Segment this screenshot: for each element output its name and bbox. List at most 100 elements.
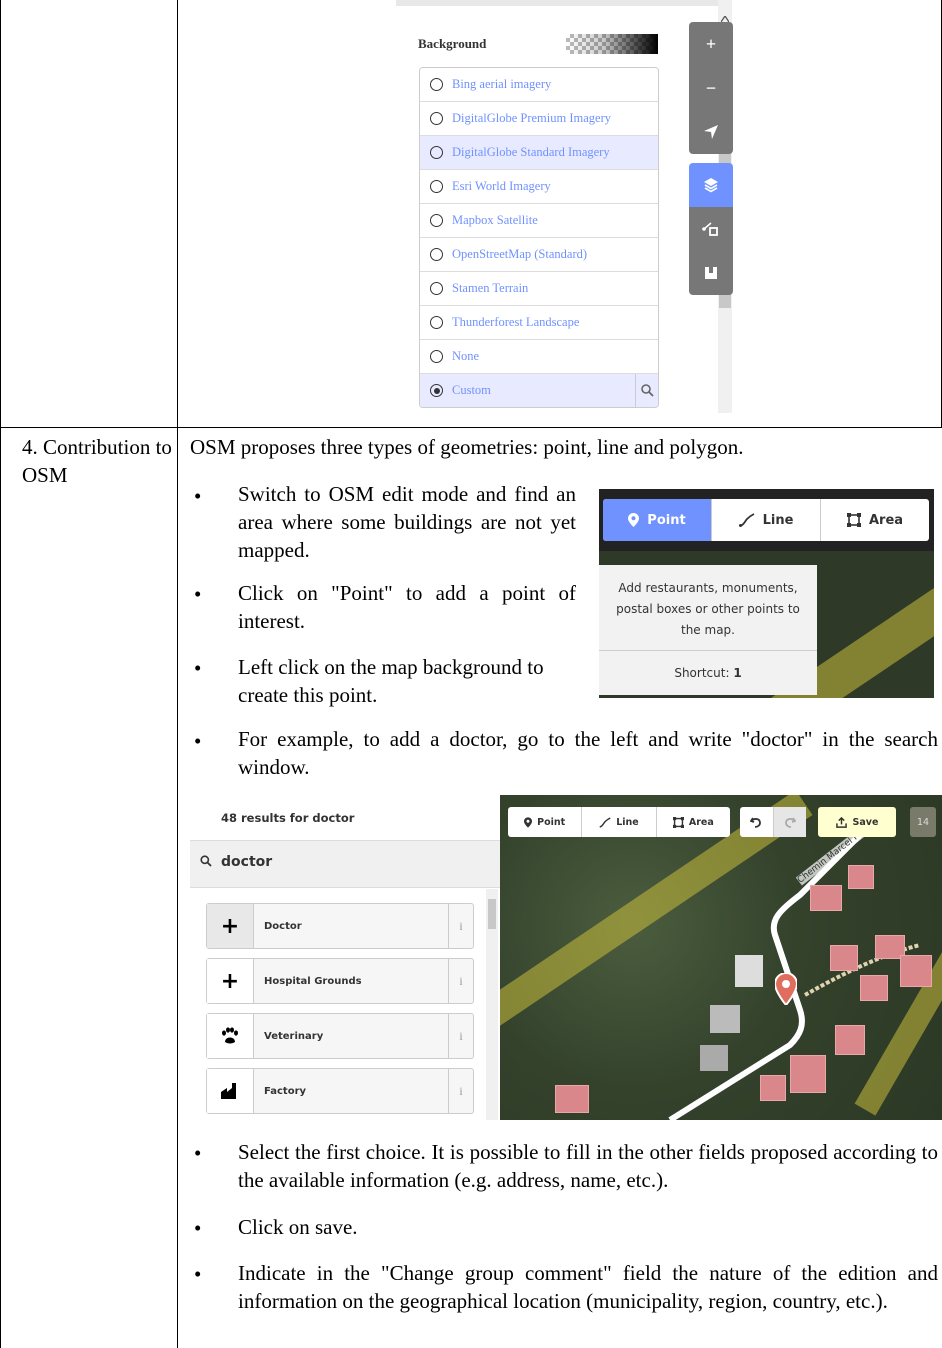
background-option-custom[interactable]: Custom (420, 374, 658, 407)
row-label: 4. Contribution to OSM (22, 435, 172, 487)
search-box[interactable]: doctor (190, 840, 500, 888)
background-option[interactable]: Bing aerial imagery (420, 68, 658, 102)
info-icon[interactable]: i (448, 1014, 473, 1058)
info-icon[interactable]: i (448, 1069, 473, 1113)
geolocate-icon[interactable] (689, 110, 733, 154)
bullet-text: Switch to OSM edit mode and find an area… (238, 482, 576, 562)
area-icon (846, 513, 861, 527)
radio-icon[interactable] (430, 112, 443, 125)
table-border-left (0, 0, 1, 1348)
background-option[interactable]: DigitalGlobe Premium Imagery (420, 102, 658, 136)
point-tooltip: Add restaurants, monuments, postal boxes… (599, 565, 817, 695)
radio-icon[interactable] (430, 180, 443, 193)
save-button[interactable]: Save (818, 807, 896, 837)
undo-icon[interactable] (740, 807, 774, 837)
preset-item[interactable]: Veterinary i (206, 1013, 474, 1059)
scrollbar-thumb[interactable] (488, 899, 496, 929)
building (848, 865, 874, 889)
help-icon[interactable] (689, 251, 733, 295)
line-mode-button[interactable]: Line (582, 807, 657, 837)
preset-item[interactable]: + Hospital Grounds i (206, 958, 474, 1004)
search-icon (200, 855, 212, 871)
radio-selected-icon[interactable] (430, 384, 443, 397)
radio-icon[interactable] (430, 214, 443, 227)
background-panel: Background Bing aerial imagery DigitalGl… (396, 0, 734, 413)
zoom-out-button[interactable]: − (689, 66, 733, 110)
search-icon[interactable] (635, 374, 658, 407)
edit-count-badge: 14 (910, 807, 936, 837)
radio-icon[interactable] (430, 350, 443, 363)
bullet-dot: • (194, 1262, 202, 1286)
area-icon (672, 816, 684, 828)
radio-icon[interactable] (430, 78, 443, 91)
upload-icon (835, 816, 847, 828)
plus-icon: + (207, 904, 254, 948)
bullet-dot: • (194, 729, 202, 753)
bullet-dot: • (194, 656, 202, 680)
background-option[interactable]: OpenStreetMap (Standard) (420, 238, 658, 272)
bullet-text: Select the first choice. It is possible … (238, 1140, 938, 1192)
background-option[interactable]: None (420, 340, 658, 374)
bullet-dot: • (194, 1216, 202, 1240)
bullet-dot: • (194, 1141, 202, 1165)
opacity-slider[interactable] (566, 34, 658, 54)
building (810, 885, 842, 911)
background-option[interactable]: DigitalGlobe Standard Imagery (420, 136, 658, 170)
search-input[interactable]: doctor (221, 854, 272, 870)
building (860, 975, 888, 1001)
area-mode-button[interactable]: Area (657, 807, 730, 837)
map-controls: + − (689, 22, 733, 295)
background-option[interactable]: Esri World Imagery (420, 170, 658, 204)
building (830, 945, 858, 971)
preset-item[interactable]: Factory i (206, 1068, 474, 1114)
modes-figure: Point Line Area Add restaurants, monumen… (599, 489, 934, 698)
bullet-text: For example, to add a doctor, go to the … (238, 727, 938, 779)
background-list: Bing aerial imagery DigitalGlobe Premium… (419, 67, 659, 408)
bullet-text: Click on save. (238, 1215, 358, 1239)
map-view[interactable]: Chemin Marcel Hoarau Point Line Area Sav… (500, 795, 942, 1120)
background-option[interactable]: Mapbox Satellite (420, 204, 658, 238)
results-title: 48 results for doctor (221, 811, 355, 825)
factory-icon (207, 1069, 254, 1113)
line-icon (599, 816, 611, 828)
table-border-mid (177, 0, 178, 1348)
line-mode-button[interactable]: Line (712, 499, 821, 541)
intro-text: OSM proposes three types of geometries: … (190, 435, 744, 459)
mode-toolbar: Point Line Area (603, 499, 929, 541)
point-icon (628, 513, 640, 527)
preset-panel: 48 results for doctor doctor + Doctor i … (190, 795, 500, 1120)
scrollbar[interactable] (486, 889, 498, 1120)
point-mode-button[interactable]: Point (508, 807, 583, 837)
radio-icon[interactable] (430, 316, 443, 329)
tooltip-shortcut: Shortcut: 1 (599, 650, 817, 695)
building (760, 1075, 786, 1101)
background-option[interactable]: Thunderforest Landscape (420, 306, 658, 340)
preset-item[interactable]: + Doctor i (206, 903, 474, 949)
paw-icon (207, 1014, 254, 1058)
building (790, 1055, 826, 1093)
mode-toolbar: Point Line Area (508, 807, 730, 837)
radio-icon[interactable] (430, 146, 443, 159)
building (835, 1025, 865, 1055)
radio-icon[interactable] (430, 248, 443, 261)
row-divider (0, 427, 942, 428)
radio-icon[interactable] (430, 282, 443, 295)
building (555, 1085, 589, 1113)
redo-icon[interactable] (773, 807, 806, 837)
plus-icon: + (207, 959, 254, 1003)
bullet-dot: • (194, 484, 202, 508)
line-icon (738, 513, 755, 527)
info-icon[interactable]: i (448, 959, 473, 1003)
area-mode-button[interactable]: Area (821, 499, 929, 541)
point-mode-button[interactable]: Point (603, 499, 712, 541)
map-pin-icon[interactable] (775, 973, 797, 1005)
layers-icon[interactable] (689, 163, 733, 207)
bullet-text: Left click on the map background to crea… (238, 655, 544, 707)
zoom-in-button[interactable]: + (689, 22, 733, 66)
history-toolbar (740, 807, 806, 837)
bullet-dot: • (194, 582, 202, 606)
background-option[interactable]: Stamen Terrain (420, 272, 658, 306)
map-data-icon[interactable] (689, 207, 733, 251)
search-figure: 48 results for doctor doctor + Doctor i … (190, 795, 942, 1120)
info-icon[interactable]: i (448, 904, 473, 948)
